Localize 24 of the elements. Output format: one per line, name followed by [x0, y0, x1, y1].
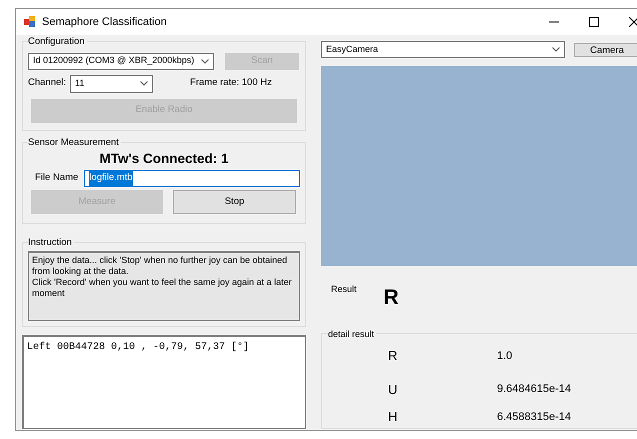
frame-rate-label: Frame rate: 100 Hz	[190, 76, 272, 90]
channel-dropdown[interactable]: 11	[70, 74, 154, 92]
group-title: Configuration	[28, 36, 87, 48]
camera-button[interactable]: Camera	[574, 42, 637, 56]
instruction-text: Enjoy the data... click 'Stop' when no further joy can be obtained from looking at the data. Click 'Record' when you want to feel the same joy again at a later moment	[28, 251, 300, 321]
device-dropdown[interactable]: Id 01200992 (COM3 @ XBR_2000kbps)	[28, 52, 214, 70]
detail-value: 1.0	[497, 348, 512, 364]
channel-label: Channel:	[28, 76, 66, 90]
camera-dropdown[interactable]: EasyCamera	[321, 41, 565, 58]
window-title: Semaphore Classification	[42, 14, 168, 30]
detail-label: R	[388, 347, 398, 365]
detail-value: 6.4588315e-14	[497, 410, 572, 424]
log-line: Left 00B44728 0,10 , -0,79, 57,37 [°]	[27, 340, 250, 355]
detail-value: 9.6484615e-14	[497, 382, 572, 397]
file-name-field[interactable]: logfile.mtb	[84, 170, 300, 187]
detail-label: H	[388, 408, 398, 426]
result-value: R	[384, 287, 399, 309]
detail-label: U	[388, 380, 398, 398]
result-label: Result	[331, 283, 357, 296]
stop-button[interactable]: Stop	[173, 190, 296, 214]
connected-count: MTw's Connected: 1	[98, 151, 230, 167]
file-name-label: File Name	[35, 171, 78, 186]
log-panel[interactable]: Left 00B44728 0,10 , -0,79, 57,37 [°]	[22, 335, 306, 429]
group-title: detail result	[328, 328, 376, 340]
